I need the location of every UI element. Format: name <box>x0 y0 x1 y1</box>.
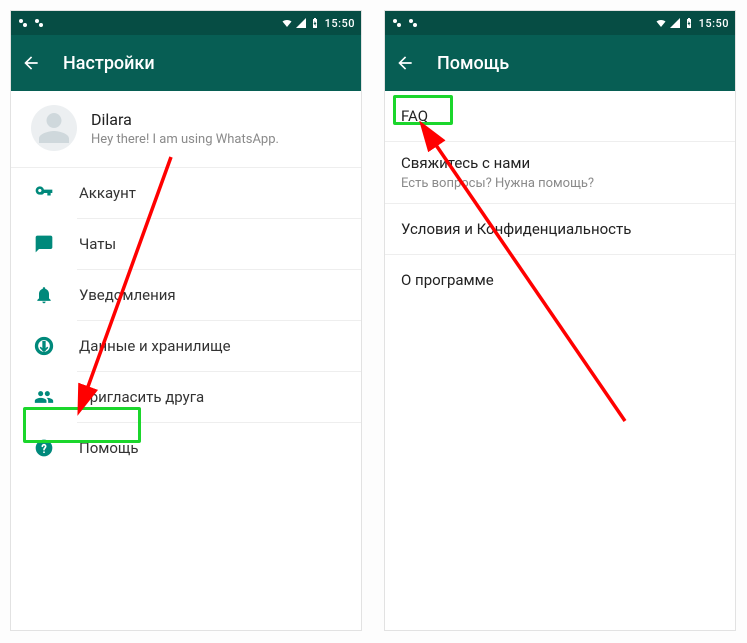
menu-label: Помощь <box>79 439 353 457</box>
menu-label: Чаты <box>79 235 353 253</box>
back-button[interactable] <box>21 53 41 73</box>
phone-settings: 15:50 Настройки Dilara Hey there! I am u… <box>10 10 362 631</box>
sb-icon-app <box>17 17 29 29</box>
appbar: Настройки <box>11 35 361 91</box>
wifi-icon <box>281 17 293 29</box>
people-icon <box>33 387 55 407</box>
page-title: Помощь <box>437 53 509 74</box>
battery-icon <box>683 17 695 29</box>
sb-icon-app2 <box>33 17 45 29</box>
menu-label: Аккаунт <box>79 184 353 202</box>
clock: 15:50 <box>699 17 729 30</box>
help-label: FAQ <box>401 107 719 125</box>
help-terms[interactable]: Условия и Конфиденциальность <box>385 204 735 254</box>
appbar: Помощь <box>385 35 735 91</box>
profile-row[interactable]: Dilara Hey there! I am using WhatsApp. <box>11 91 361 168</box>
help-about[interactable]: О программе <box>385 255 735 305</box>
statusbar: 15:50 <box>11 11 361 35</box>
signal-icon <box>669 17 681 29</box>
back-button[interactable] <box>395 53 415 73</box>
help-label: Свяжитесь с нами <box>401 154 719 172</box>
sb-icon-app <box>391 17 403 29</box>
help-label: О программе <box>401 271 719 289</box>
profile-name: Dilara <box>91 110 279 129</box>
menu-notifications[interactable]: Уведомления <box>11 270 361 320</box>
menu-invite[interactable]: Пригласить друга <box>11 372 361 422</box>
help-contact[interactable]: Свяжитесь с нами Есть вопросы? Нужна пом… <box>385 142 735 203</box>
help-sublabel: Есть вопросы? Нужна помощь? <box>401 176 719 191</box>
menu-help[interactable]: Помощь <box>11 423 361 473</box>
help-faq[interactable]: FAQ <box>385 91 735 141</box>
wifi-icon <box>655 17 667 29</box>
menu-label: Пригласить друга <box>79 388 353 406</box>
data-icon <box>33 336 55 356</box>
chat-icon <box>33 234 55 254</box>
menu-label: Уведомления <box>79 286 353 304</box>
key-icon <box>33 183 55 203</box>
menu-chats[interactable]: Чаты <box>11 219 361 269</box>
sb-icon-app2 <box>407 17 419 29</box>
signal-icon <box>295 17 307 29</box>
page-title: Настройки <box>63 53 155 74</box>
battery-icon <box>309 17 321 29</box>
avatar <box>31 105 77 151</box>
clock: 15:50 <box>325 17 355 30</box>
menu-label: Данные и хранилище <box>79 337 353 355</box>
statusbar: 15:50 <box>385 11 735 35</box>
help-icon <box>33 438 55 458</box>
menu-account[interactable]: Аккаунт <box>11 168 361 218</box>
bell-icon <box>33 285 55 305</box>
profile-status: Hey there! I am using WhatsApp. <box>91 132 279 147</box>
phone-help: 15:50 Помощь FAQ Свяжитесь с нами Есть в… <box>384 10 736 631</box>
menu-data-storage[interactable]: Данные и хранилище <box>11 321 361 371</box>
help-label: Условия и Конфиденциальность <box>401 220 719 238</box>
